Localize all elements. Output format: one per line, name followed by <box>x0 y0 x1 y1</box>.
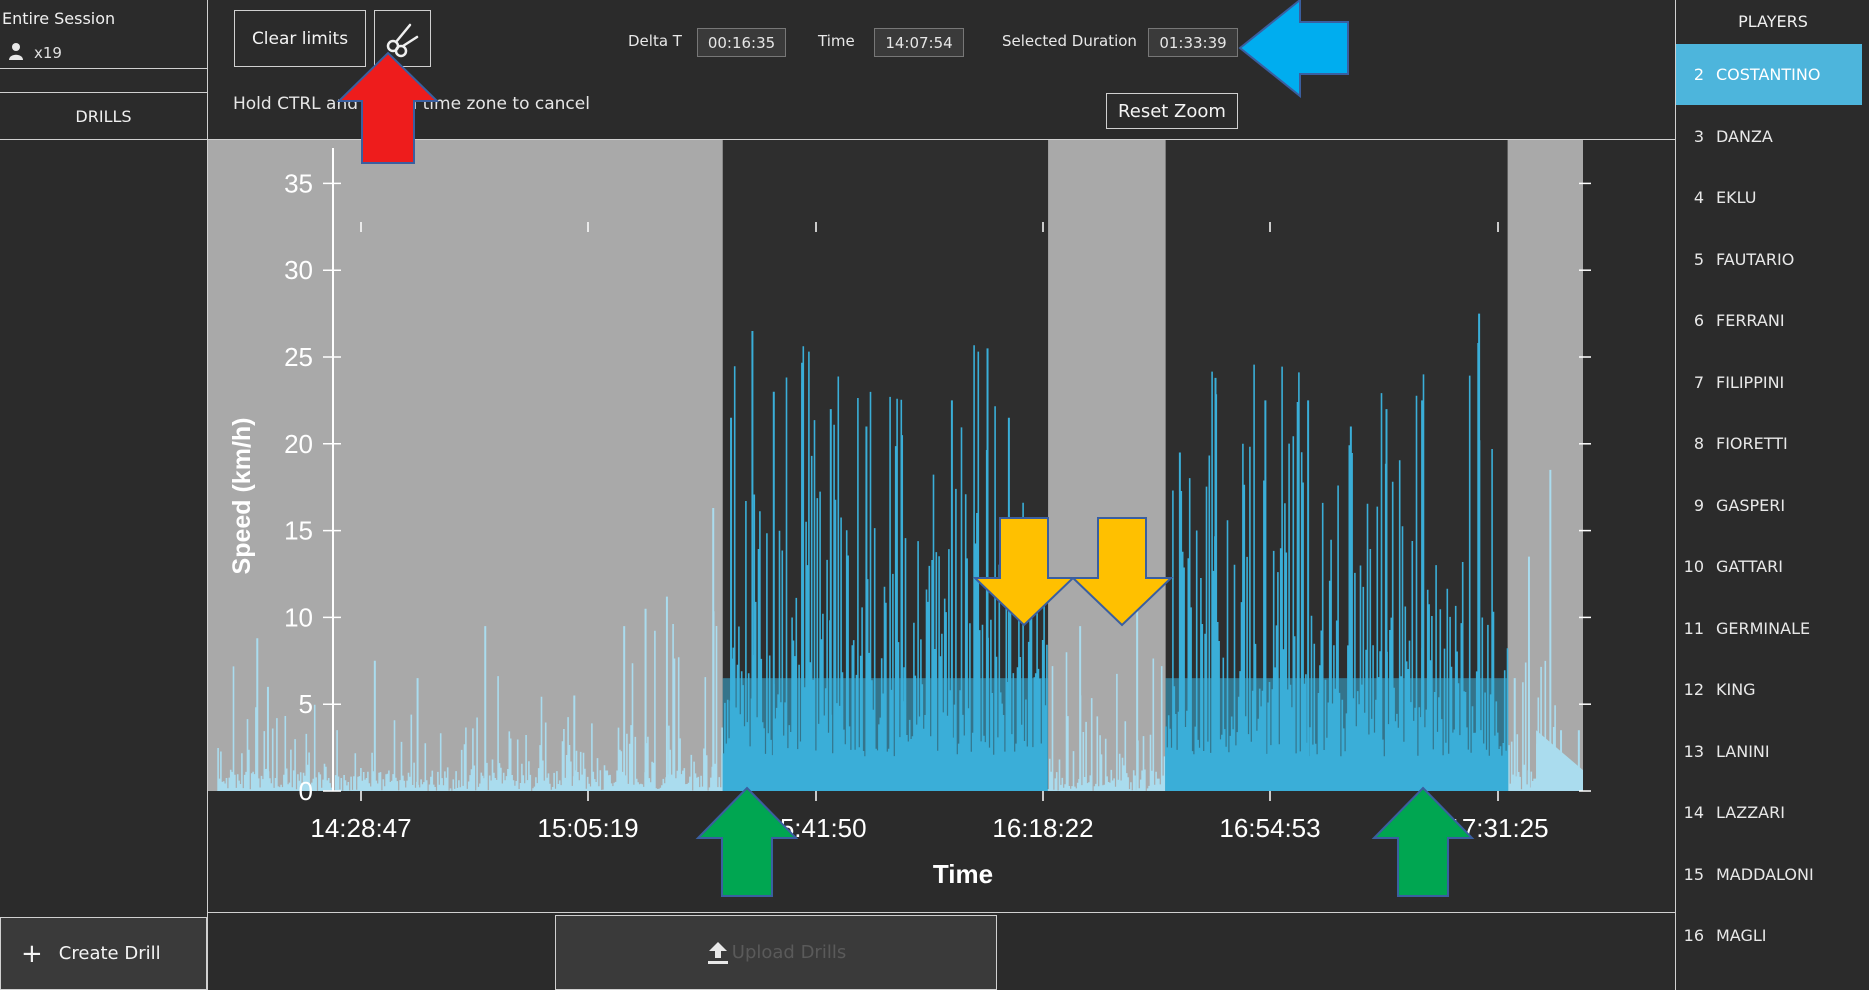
y-tick-label: 5 <box>299 689 313 719</box>
player-name: DANZA <box>1716 126 1773 146</box>
player-item[interactable]: 2 COSTANTINO <box>1676 44 1862 105</box>
player-item[interactable]: 11 GERMINALE <box>1676 598 1862 659</box>
delta-t-label: Delta T <box>628 32 682 50</box>
time-value: 14:07:54 <box>874 28 964 57</box>
x-axis-label: Time <box>933 859 993 889</box>
player-number: 13 <box>1683 741 1704 761</box>
y-tick-label: 10 <box>284 602 313 632</box>
create-drill-label: Create Drill <box>58 943 161 964</box>
selected-duration-value: 01:33:39 <box>1148 28 1238 57</box>
y-tick-label: 30 <box>284 255 313 285</box>
player-number: 7 <box>1693 372 1704 392</box>
player-item[interactable]: 9 GASPERI <box>1676 475 1862 536</box>
cancel-hint: Hold CTRL and click a time zone to cance… <box>233 94 590 114</box>
x-tick-label: 15:41:50 <box>765 813 866 843</box>
player-item[interactable]: 4 EKLU <box>1676 167 1862 228</box>
player-name: COSTANTINO <box>1716 65 1821 84</box>
upload-drills-label: Upload Drills <box>731 942 847 963</box>
player-item[interactable]: 7 FILIPPINI <box>1676 352 1862 413</box>
player-number: 6 <box>1693 311 1704 330</box>
x-tick-label: 16:18:22 <box>992 813 1093 843</box>
x-tick-label: 17:31:25 <box>1447 813 1548 843</box>
player-number: 14 <box>1683 803 1704 822</box>
x-tick-label: 14:28:47 <box>310 813 411 843</box>
y-tick-label: 35 <box>284 168 313 198</box>
player-number: 2 <box>1693 65 1704 84</box>
blue-arrow <box>1238 0 1349 99</box>
player-number: 12 <box>1683 680 1704 699</box>
player-name: KING <box>1716 680 1756 699</box>
player-name: FIORETTI <box>1716 434 1788 453</box>
player-name: EKLU <box>1716 188 1757 207</box>
player-number: 8 <box>1693 434 1704 453</box>
player-name: MAGLI <box>1716 926 1767 945</box>
player-item[interactable]: 13 LANINI <box>1676 721 1862 782</box>
player-count: x19 <box>34 44 62 62</box>
player-number: 10 <box>1683 557 1704 576</box>
player-name: LAZZARI <box>1716 803 1785 822</box>
divider <box>0 92 207 93</box>
player-number: 9 <box>1693 495 1704 515</box>
clear-limits-button[interactable]: Clear limits <box>234 10 366 67</box>
player-item[interactable]: 12 KING <box>1676 659 1862 720</box>
y-axis-label: Speed (km/h) <box>228 418 256 575</box>
x-tick-label: 16:54:53 <box>1219 813 1320 843</box>
player-name: FERRANI <box>1716 311 1785 330</box>
upload-icon <box>707 941 728 964</box>
y-tick-label: 0 <box>299 776 313 806</box>
y-tick-label: 20 <box>284 429 313 459</box>
speed-floor <box>1165 678 1508 791</box>
player-name: LANINI <box>1716 741 1770 761</box>
player-item[interactable]: 14 LAZZARI <box>1676 782 1862 843</box>
speed-floor <box>722 678 1049 791</box>
player-number: 3 <box>1693 126 1704 146</box>
session-title[interactable]: Entire Session <box>2 9 115 28</box>
divider <box>0 68 207 69</box>
reset-zoom-button[interactable]: Reset Zoom <box>1106 93 1238 129</box>
player-item[interactable]: 3 DANZA <box>1676 106 1862 167</box>
player-name: MADDALONI <box>1716 864 1814 884</box>
selected-duration-label: Selected Duration <box>1002 32 1137 50</box>
y-tick-label: 25 <box>284 342 313 372</box>
player-number: 15 <box>1683 864 1704 884</box>
player-name: GASPERI <box>1716 495 1786 515</box>
create-drill-button[interactable]: + Create Drill <box>0 917 207 990</box>
speed-chart[interactable]: 0 5 10 15 20 25 30 35 14:28:47 15:05:19 15:41:50 16… <box>208 140 1675 912</box>
upload-drills-button[interactable]: Upload Drills <box>555 915 997 990</box>
player-name: FAUTARIO <box>1716 249 1795 269</box>
player-item[interactable]: 6 FERRANI <box>1676 290 1862 351</box>
drills-header: DRILLS <box>75 106 132 126</box>
player-name: GERMINALE <box>1716 618 1811 638</box>
player-name: FILIPPINI <box>1716 372 1785 392</box>
players-header: PLAYERS <box>1738 11 1808 31</box>
player-item[interactable]: 16 MAGLI <box>1676 905 1862 966</box>
delta-t-value: 00:16:35 <box>697 28 786 57</box>
scissors-icon <box>386 23 418 57</box>
y-tick-label: 15 <box>284 516 313 546</box>
plus-icon: + <box>21 938 43 969</box>
player-number: 5 <box>1693 249 1704 269</box>
player-number: 11 <box>1683 618 1704 638</box>
player-item[interactable]: 15 MADDALONI <box>1676 844 1862 905</box>
user-icon <box>9 43 23 60</box>
player-name: GATTARI <box>1716 557 1783 576</box>
player-number: 4 <box>1693 188 1704 207</box>
players-panel: PLAYERS 2 COSTANTINO 3 DANZA 4 EKLU 5 FAUTARIO 6… <box>1675 0 1869 990</box>
divider <box>208 912 1675 913</box>
divider <box>0 139 207 140</box>
player-item[interactable]: 10 GATTARI <box>1676 536 1862 597</box>
drills-panel: Entire Session x19 DRILLS + Create Drill <box>0 0 208 990</box>
time-label: Time <box>818 32 855 50</box>
x-tick-label: 15:05:19 <box>537 813 638 843</box>
scissors-button[interactable] <box>374 10 431 67</box>
player-item[interactable]: 8 FIORETTI <box>1676 413 1862 474</box>
player-number: 16 <box>1683 926 1704 945</box>
player-item[interactable]: 5 FAUTARIO <box>1676 229 1862 290</box>
